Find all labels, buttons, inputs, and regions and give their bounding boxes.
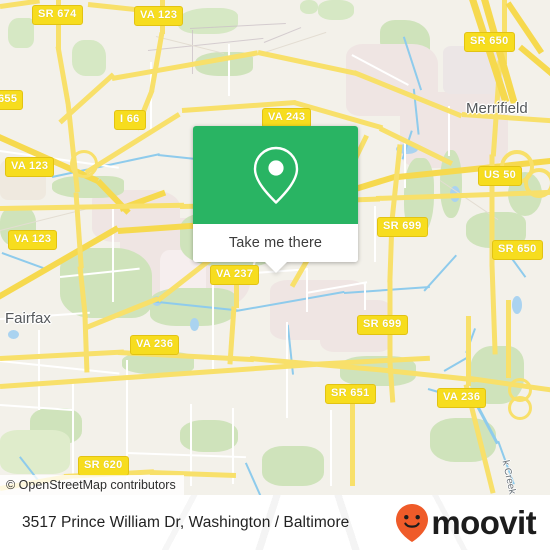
road-shield: SR 650 <box>464 32 515 52</box>
water-label-creek: k Creek <box>499 459 518 495</box>
road-minor <box>364 282 366 310</box>
popup-action-row[interactable]: Take me there <box>193 224 358 262</box>
map-canvas[interactable]: SR 674 VA 123 SR 650 655 I 66 VA 243 VA … <box>0 0 550 495</box>
road-minor <box>404 140 406 188</box>
popup-pointer <box>263 261 288 273</box>
road-motorway <box>518 44 550 82</box>
place-label-fairfax: Fairfax <box>5 310 51 327</box>
road-shield: SR 650 <box>492 240 543 260</box>
road-shield: SR 699 <box>357 315 408 335</box>
road-trunk-sr650 <box>489 264 498 355</box>
road-shield: US 50 <box>478 166 523 186</box>
road-minor <box>38 330 40 410</box>
road-trunk <box>506 300 511 378</box>
road-shield: SR 620 <box>78 456 129 476</box>
stream <box>423 254 457 292</box>
landuse-wood <box>180 420 238 452</box>
osm-attribution[interactable]: © OpenStreetMap contributors <box>0 475 184 495</box>
landuse-park <box>72 40 106 76</box>
road-shield: VA 236 <box>130 335 180 355</box>
location-popup[interactable]: Take me there <box>193 126 358 273</box>
stream <box>1 252 44 269</box>
take-me-there-label: Take me there <box>228 235 323 251</box>
road-minor <box>125 452 246 458</box>
road-trunk <box>466 316 471 386</box>
interchange-loop <box>70 150 98 178</box>
road-trunk <box>257 50 357 76</box>
road-shield: 655 <box>0 90 24 110</box>
place-label-merrifield: Merrifield <box>466 100 528 117</box>
road-minor <box>72 380 74 480</box>
landuse-park <box>8 18 34 48</box>
road-shield: VA 123 <box>134 6 184 26</box>
map-pin-icon <box>253 146 298 204</box>
road-shield: VA 243 <box>262 108 312 128</box>
moovit-logo[interactable]: moovit <box>395 503 537 543</box>
water-body <box>512 296 522 314</box>
footer-bar: 3517 Prince William Dr, Washington / Bal… <box>0 495 550 550</box>
road-trunk-va123 <box>55 46 71 105</box>
osm-attribution-text: © OpenStreetMap contributors <box>6 478 176 492</box>
road-minor <box>0 360 120 375</box>
road-shield: SR 699 <box>377 217 428 237</box>
water-body <box>8 330 19 339</box>
road-minor <box>112 208 114 302</box>
landuse-grass <box>0 430 70 474</box>
landuse-park <box>300 0 318 14</box>
road-shield: VA 237 <box>210 265 260 285</box>
moovit-map-screen: SR 674 VA 123 SR 650 655 I 66 VA 243 VA … <box>0 0 550 550</box>
road-trunk-sr699 <box>389 144 403 223</box>
road-minor <box>286 322 288 418</box>
landuse-park <box>318 0 354 20</box>
landuse-park <box>178 8 238 34</box>
interchange-loop <box>508 396 532 420</box>
water-body <box>190 318 199 331</box>
landuse-wood <box>262 446 324 486</box>
road-shield: VA 236 <box>437 388 487 408</box>
popup-header <box>193 126 358 224</box>
road-track <box>155 36 225 55</box>
road-trunk-va236 <box>0 349 124 361</box>
road-shield: SR 674 <box>32 5 83 25</box>
road-minor <box>374 206 376 262</box>
road-minor <box>228 44 230 96</box>
road-shield: SR 651 <box>325 384 376 404</box>
road-shield: I 66 <box>114 110 146 130</box>
road-minor <box>330 410 332 486</box>
interchange-loop <box>524 168 550 198</box>
road-shield: VA 123 <box>5 157 55 177</box>
admin-boundary <box>192 30 194 74</box>
road-trunk-sr651 <box>0 372 160 389</box>
footer-address-label: 3517 Prince William Dr, Washington / Bal… <box>22 513 350 531</box>
moovit-wordmark: moovit <box>431 504 536 541</box>
road-shield: VA 123 <box>8 230 58 250</box>
moovit-pin-icon <box>396 503 429 542</box>
road-minor <box>306 268 308 312</box>
